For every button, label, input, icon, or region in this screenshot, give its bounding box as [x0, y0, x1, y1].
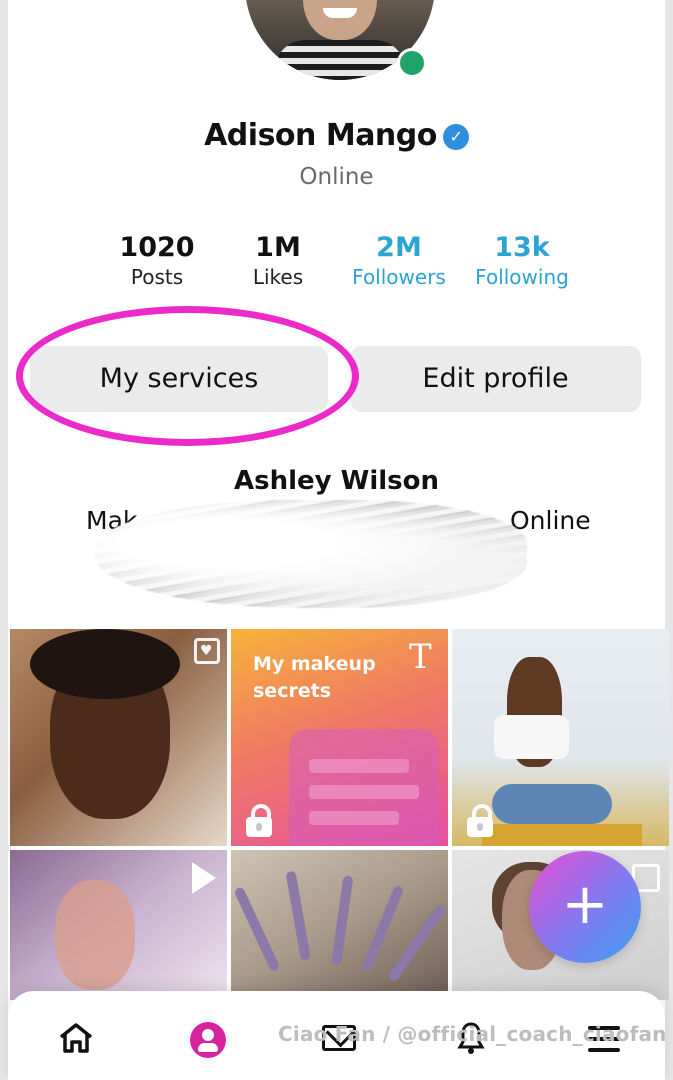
- edit-profile-button[interactable]: Edit profile: [350, 346, 641, 412]
- avatar-smile: [323, 8, 357, 18]
- stat-followers-label: Followers: [352, 265, 446, 289]
- add-post-button[interactable]: +: [529, 851, 641, 963]
- stat-following-value: 13k: [494, 232, 550, 263]
- lavender-stem: [285, 870, 311, 961]
- grid-tile-4[interactable]: [10, 850, 227, 1000]
- avatar-face: [303, 0, 377, 40]
- lock-icon: [246, 804, 272, 837]
- card-status: Online: [510, 506, 591, 535]
- tile-image-top: [494, 715, 569, 759]
- online-indicator-icon: [397, 48, 427, 78]
- profile-status: Online: [299, 164, 374, 190]
- play-icon: [192, 862, 216, 894]
- verified-badge-icon: ✓: [442, 124, 469, 150]
- lavender-stem: [233, 886, 281, 973]
- watermark-text: Ciao Fan / @official_coach_ciaofan: [278, 1022, 667, 1046]
- lock-icon: [467, 804, 493, 837]
- tile-image-face: [55, 880, 135, 990]
- text-post-icon: T: [409, 637, 432, 677]
- stat-likes-label: Likes: [252, 265, 304, 289]
- profile-name-row: Adison Mango ✓: [0, 118, 673, 153]
- document-line: [309, 811, 399, 825]
- grid-tile-1[interactable]: [10, 629, 227, 846]
- document-line: [309, 759, 409, 773]
- stat-likes-value: 1M: [255, 232, 301, 263]
- stat-followers-value: 2M: [376, 232, 422, 263]
- lavender-stem: [386, 903, 447, 983]
- tile-caption: My makeup secrets: [253, 653, 376, 702]
- document-line: [309, 785, 419, 799]
- my-services-button[interactable]: My services: [30, 346, 328, 412]
- avatar-shirt: [275, 40, 405, 80]
- redaction-scribble: [95, 500, 527, 608]
- lavender-stem: [361, 884, 405, 972]
- stat-following-label: Following: [475, 265, 569, 289]
- profile-icon[interactable]: [190, 1022, 226, 1058]
- calendar-heart-icon: [194, 638, 220, 664]
- frame-edge-left: [0, 0, 8, 1080]
- lavender-stem: [331, 875, 354, 966]
- stat-followers[interactable]: 2M Followers: [339, 232, 459, 289]
- stat-likes[interactable]: 1M Likes: [218, 232, 338, 289]
- grid-tile-5[interactable]: [231, 850, 448, 1000]
- menu-line: [588, 1048, 620, 1052]
- profile-name: Adison Mango: [204, 118, 437, 153]
- stat-posts[interactable]: 1020 Posts: [97, 232, 217, 289]
- stat-following[interactable]: 13k Following: [462, 232, 582, 289]
- card-name: Ashley Wilson: [233, 466, 439, 496]
- tile-image-jeans: [492, 784, 612, 824]
- tile-image-bench: [482, 824, 642, 846]
- grid-tile-2[interactable]: My makeup secrets T: [231, 629, 448, 846]
- stat-posts-value: 1020: [119, 232, 195, 263]
- grid-tile-3[interactable]: [452, 629, 669, 846]
- tile-image-hair: [30, 629, 180, 699]
- stat-posts-label: Posts: [130, 265, 184, 289]
- home-icon[interactable]: [58, 1022, 94, 1054]
